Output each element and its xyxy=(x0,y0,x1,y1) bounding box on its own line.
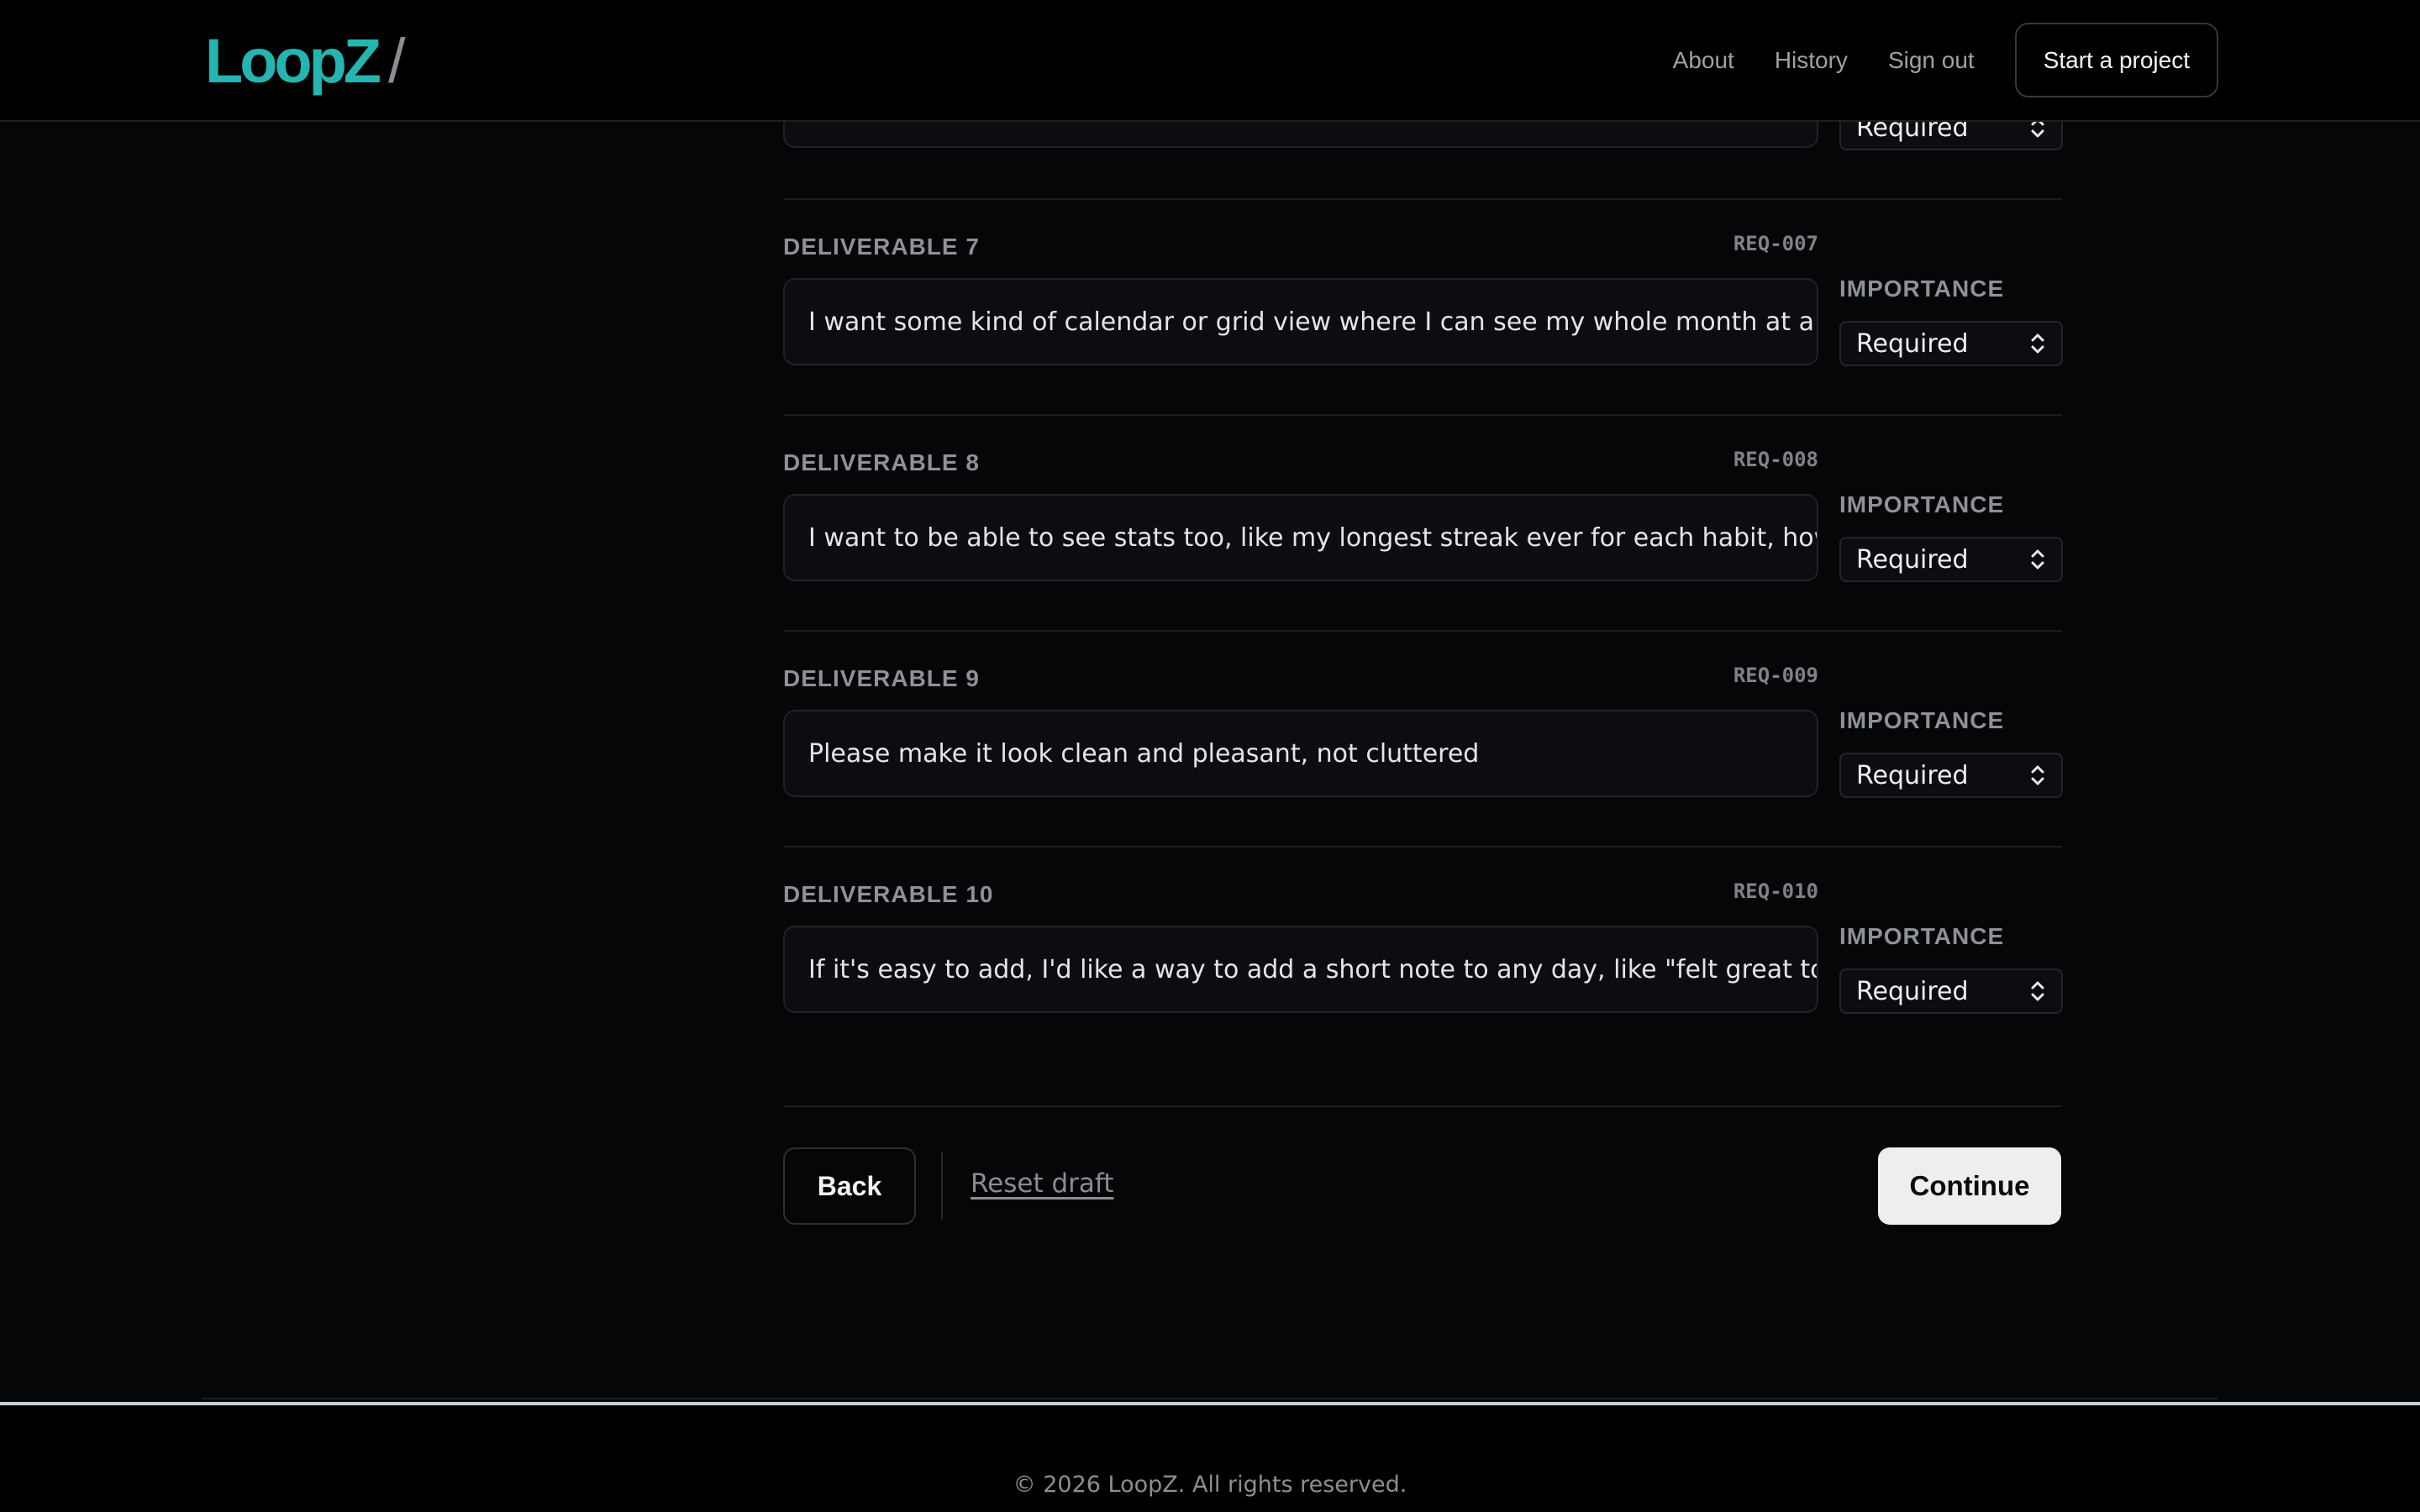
nav-sign-out[interactable]: Sign out xyxy=(1888,47,1975,74)
input-value: If it's easy to add, I'd like a way to a… xyxy=(808,954,1818,984)
page: Required DELIVERABLE 7 REQ-007 I want so… xyxy=(0,0,2420,1512)
importance-select[interactable]: Required xyxy=(1839,969,2063,1014)
importance-select[interactable]: Required xyxy=(1839,321,2063,366)
select-value: Required xyxy=(1856,976,1969,1006)
importance-select[interactable]: Required xyxy=(1839,537,2063,582)
deliverable-row: DELIVERABLE 8 REQ-008 I want to be able … xyxy=(783,414,2063,630)
select-value: Required xyxy=(1856,760,1969,790)
deliverable-label: DELIVERABLE 9 xyxy=(783,665,980,691)
footer-copyright: © 2026 LoopZ. All rights reserved. xyxy=(1013,1472,1407,1498)
deliverable-label: DELIVERABLE 8 xyxy=(783,449,980,475)
input-value: I want some kind of calendar or grid vie… xyxy=(808,307,1818,337)
back-button[interactable]: Back xyxy=(783,1147,916,1225)
deliverable-label: DELIVERABLE 10 xyxy=(783,881,994,907)
logo-wordmark: LoopZ xyxy=(205,26,381,96)
logo[interactable]: LoopZ / xyxy=(205,25,406,97)
chevron-up-down-icon xyxy=(2031,549,2044,570)
actions-divider xyxy=(783,1105,2062,1107)
deliverable-text-input[interactable]: I want some kind of calendar or grid vie… xyxy=(783,278,1818,365)
deliverable-text-input[interactable]: Please make it look clean and pleasant, … xyxy=(783,710,1818,797)
continue-button[interactable]: Continue xyxy=(1878,1147,2061,1225)
deliverable-row: DELIVERABLE 7 REQ-007 I want some kind o… xyxy=(783,198,2063,414)
nav-history[interactable]: History xyxy=(1775,47,1848,74)
chevron-up-down-icon xyxy=(2031,333,2044,354)
reset-draft-link[interactable]: Reset draft xyxy=(971,1168,1113,1199)
requirement-code: REQ-009 xyxy=(1733,664,1818,687)
requirement-code: REQ-008 xyxy=(1733,448,1818,471)
start-project-button[interactable]: Start a project xyxy=(2014,23,2218,97)
select-value: Required xyxy=(1856,544,1969,575)
chevron-up-down-icon xyxy=(2031,981,2044,1001)
importance-label: IMPORTANCE xyxy=(1839,707,2005,733)
requirement-code: REQ-007 xyxy=(1733,232,1818,255)
importance-label: IMPORTANCE xyxy=(1839,491,2005,517)
deliverable-row: DELIVERABLE 9 REQ-009 Please make it loo… xyxy=(783,630,2063,846)
importance-label: IMPORTANCE xyxy=(1839,923,2005,949)
deliverable-row: DELIVERABLE 10 REQ-010 If it's easy to a… xyxy=(783,846,2063,1062)
input-value: Please make it look clean and pleasant, … xyxy=(808,738,1480,769)
chevron-up-down-icon xyxy=(2031,765,2044,785)
importance-label: IMPORTANCE xyxy=(1839,276,2005,302)
main-nav: About History Sign out Start a project xyxy=(1673,23,2218,97)
actions-separator xyxy=(941,1152,943,1220)
deliverable-text-input[interactable]: I want to be able to see stats too, like… xyxy=(783,494,1818,581)
nav-about[interactable]: About xyxy=(1673,47,1734,74)
footer-divider xyxy=(202,1398,2218,1399)
importance-select[interactable]: Required xyxy=(1839,753,2063,798)
top-nav-bar: LoopZ / About History Sign out Start a p… xyxy=(0,0,2420,122)
logo-slash: / xyxy=(388,26,406,96)
input-value: I want to be able to see stats too, like… xyxy=(808,522,1818,553)
deliverable-text-input[interactable]: If it's easy to add, I'd like a way to a… xyxy=(783,926,1818,1013)
select-value: Required xyxy=(1856,328,1969,359)
deliverable-label: DELIVERABLE 7 xyxy=(783,234,980,260)
requirement-code: REQ-010 xyxy=(1733,879,1818,903)
